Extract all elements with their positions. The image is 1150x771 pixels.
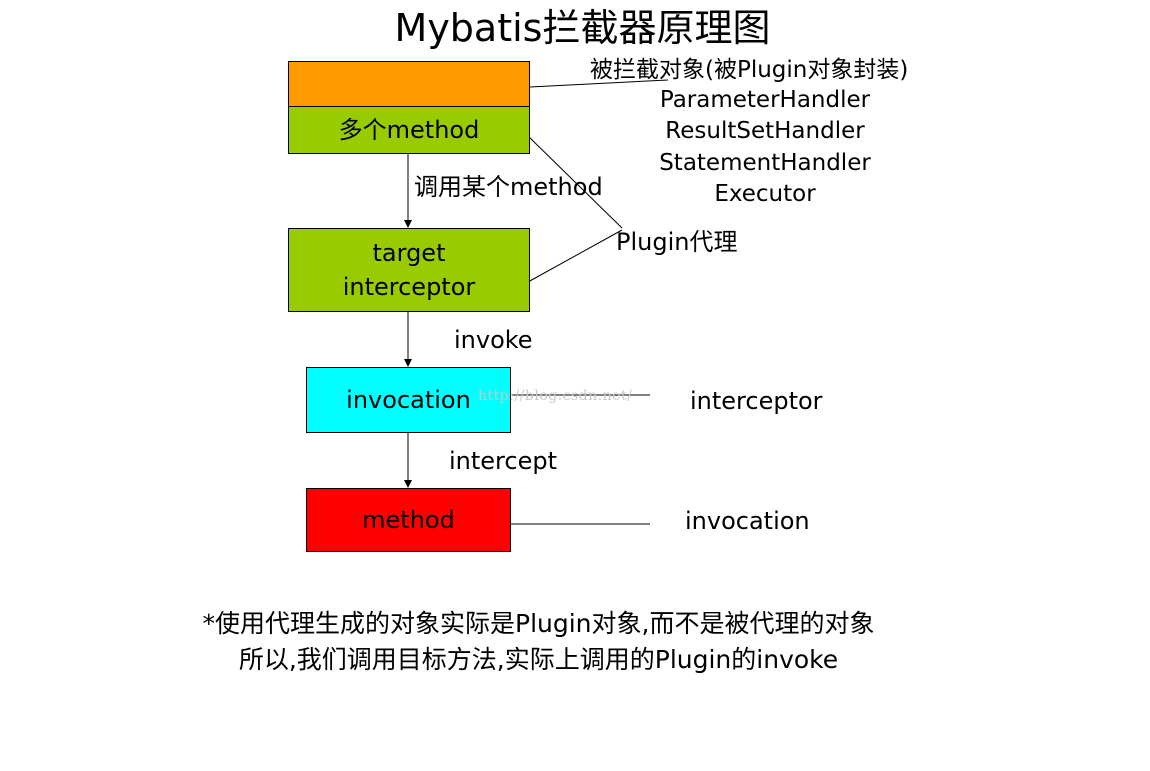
multiple-methods-label: 多个method bbox=[338, 116, 480, 144]
invocation-label: invocation bbox=[346, 386, 471, 414]
multiple-methods-box: 多个method bbox=[288, 106, 530, 154]
note-line-2: 所以,我们调用目标方法,实际上调用的Plugin的invoke bbox=[238, 645, 839, 674]
target-interceptor-box: target interceptor bbox=[288, 228, 530, 312]
target-label: target bbox=[372, 239, 446, 267]
note-line-1: *使用代理生成的对象实际是Plugin对象,而不是被代理的对象 bbox=[202, 609, 875, 638]
interceptor-label: interceptor bbox=[342, 273, 476, 301]
handler-type-resultset: ResultSetHandler bbox=[665, 118, 865, 144]
handler-type-parameter: ParameterHandler bbox=[659, 87, 871, 113]
method-box: method bbox=[306, 488, 511, 552]
plugin-proxy-line-lower bbox=[527, 229, 623, 283]
invocation-side-label: invocation bbox=[685, 507, 810, 535]
interceptor-side-label: interceptor bbox=[690, 387, 823, 415]
plugin-proxy-label: Plugin代理 bbox=[616, 228, 738, 256]
invoke-label: invoke bbox=[454, 326, 533, 354]
watermark-text: http://blog.csdn.net/ bbox=[478, 388, 633, 404]
intercepted-objects-label: 被拦截对象(被Plugin对象封装) bbox=[590, 57, 909, 83]
intercept-label: intercept bbox=[449, 447, 557, 475]
method-label: method bbox=[362, 506, 455, 534]
call-some-method-label: 调用某个method bbox=[414, 173, 603, 201]
handler-type-statement: StatementHandler bbox=[659, 150, 871, 176]
handler-type-executor: Executor bbox=[714, 181, 816, 207]
target-object-box bbox=[288, 61, 530, 107]
